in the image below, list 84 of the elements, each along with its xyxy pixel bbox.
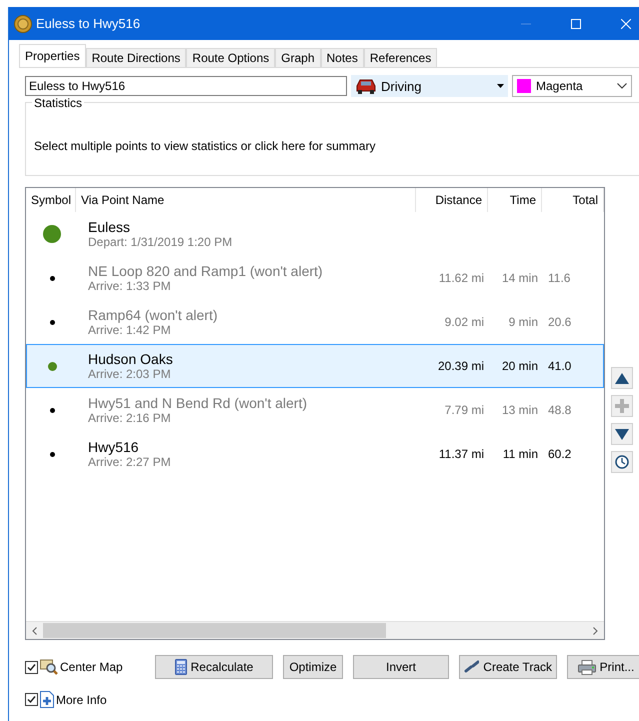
mode-dropdown[interactable]: Driving [351, 75, 508, 97]
action-button[interactable]: Optimize [283, 655, 343, 679]
list-row[interactable]: Hudson Oaks Arrive: 2:03 PM 20.39 mi 20 min 41.0 [26, 344, 604, 388]
point-name: Ramp64 (won't alert) [88, 307, 218, 323]
distance-value: 11.37 mi [438, 446, 485, 463]
small-dot-icon [48, 362, 56, 370]
car-icon [355, 78, 377, 94]
window-title: Euless to Hwy516 [36, 16, 142, 31]
arrival-time: Arrive: 2:16 PM [88, 411, 172, 425]
list-row[interactable]: Ramp64 (won't alert) Arrive: 1:42 PM 9.02 mi 9 min 20.6 [26, 300, 604, 344]
list-row[interactable]: Hwy516 Arrive: 2:27 PM 11.37 mi 11 min 60.2 [26, 432, 604, 476]
arrival-time: Arrive: 1:33 PM [88, 279, 172, 293]
plus-icon [615, 399, 629, 413]
tab[interactable]: References [364, 48, 438, 67]
close-icon[interactable] [621, 18, 631, 28]
distance-value: 11.62 mi [438, 270, 485, 287]
total-value: 60.2 [547, 446, 572, 463]
chevron-right-icon[interactable] [593, 626, 598, 634]
maximize-icon[interactable] [571, 18, 581, 28]
column-header[interactable]: Total [542, 188, 604, 212]
total-value: 20.6 [547, 314, 572, 331]
column-header[interactable]: Symbol [26, 188, 76, 212]
arrival-time: Arrive: 2:27 PM [88, 455, 172, 469]
dropdown-arrow-icon [497, 84, 504, 88]
arrival-time: Depart: 1/31/2019 1:20 PM [88, 235, 234, 249]
down-triangle-icon [615, 428, 629, 440]
tab[interactable]: Graph [275, 48, 320, 67]
checkbox[interactable]: Center Map [25, 659, 155, 675]
time-value: 20 min [500, 358, 539, 375]
clock-icon [615, 455, 629, 469]
link-icon [464, 660, 480, 674]
point-name: Euless [88, 219, 132, 235]
color-dropdown[interactable]: Magenta [512, 75, 632, 97]
document-plus-icon [40, 691, 54, 708]
time-value: 14 min [500, 270, 539, 287]
map-magnifier-icon [40, 659, 58, 675]
distance-value: 20.39 mi [436, 358, 485, 375]
group-title: Statistics [32, 96, 84, 110]
total-value: 41.0 [547, 358, 572, 375]
route-name-field[interactable]: Euless to Hwy516 [25, 76, 347, 96]
column-header[interactable]: Distance [416, 188, 488, 212]
time-value: 9 min [508, 314, 539, 331]
action-button[interactable]: Recalculate [155, 655, 273, 679]
horizontal-scrollbar[interactable] [26, 621, 604, 639]
list-row[interactable]: Hwy51 and N Bend Rd (won't alert) Arrive: 2:16 PM 7.79 mi 13 min 48.8 [26, 388, 604, 432]
dot-icon [50, 452, 54, 456]
tab[interactable]: Properties [19, 44, 86, 67]
action-button[interactable]: Invert [353, 655, 449, 679]
distance-value: 9.02 mi [444, 314, 485, 331]
tab[interactable]: Route Options [186, 48, 276, 67]
clock-button[interactable] [611, 451, 633, 473]
dot-icon [50, 408, 54, 412]
point-name: NE Loop 820 and Ramp1 (won't alert) [88, 263, 324, 279]
down-button[interactable] [611, 423, 633, 445]
up-button[interactable] [611, 367, 633, 389]
action-button[interactable]: Print... [567, 655, 639, 679]
list-row[interactable]: Euless Depart: 1/31/2019 1:20 PM [26, 212, 604, 256]
arrival-time: Arrive: 1:42 PM [88, 323, 172, 337]
action-button[interactable]: Create Track [459, 655, 557, 679]
tab[interactable]: Notes [320, 48, 364, 67]
distance-value: 7.79 mi [444, 402, 485, 419]
column-header[interactable]: Via Point Name [76, 188, 416, 212]
time-value: 13 min [500, 402, 539, 419]
point-name: Hwy516 [88, 439, 140, 455]
list-row[interactable]: NE Loop 820 and Ramp1 (won't alert) Arrive: 1:33 PM 11.62 mi 14 min 11.6 [26, 256, 604, 300]
up-triangle-icon [615, 372, 629, 384]
app-logo-icon [14, 14, 32, 32]
calculator-icon [174, 659, 187, 675]
large-dot-icon [43, 225, 61, 243]
statistics-message[interactable]: Select multiple points to view statistics or click here for summary [34, 139, 376, 153]
dot-icon [50, 276, 54, 280]
column-header[interactable]: Time [488, 188, 542, 212]
chevron-left-icon[interactable] [32, 626, 37, 634]
printer-icon [578, 660, 596, 674]
arrival-time: Arrive: 2:03 PM [88, 367, 172, 381]
tab[interactable]: Route Directions [86, 48, 186, 67]
checkbox[interactable]: More Info [25, 691, 175, 708]
point-name: Hudson Oaks [88, 351, 174, 367]
time-value: 11 min [502, 446, 539, 463]
point-name: Hwy51 and N Bend Rd (won't alert) [88, 395, 308, 411]
total-value: 48.8 [547, 402, 572, 419]
total-value: 11.6 [547, 270, 572, 287]
dot-icon [50, 320, 54, 324]
chevron-down-icon [617, 83, 627, 89]
